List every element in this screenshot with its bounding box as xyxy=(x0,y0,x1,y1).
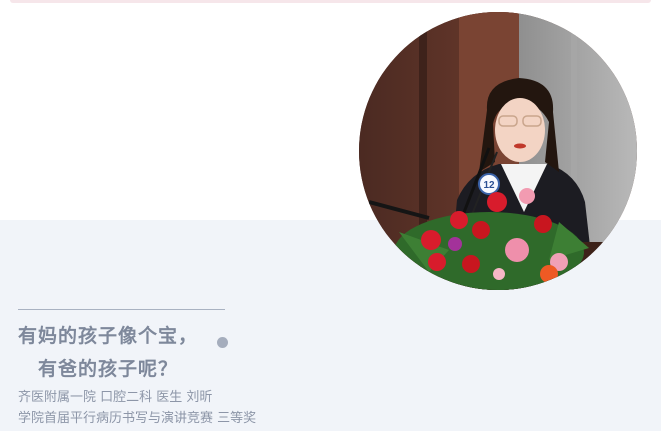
badge-number: 12 xyxy=(483,180,495,191)
speaker-affiliation: 齐医附属一院 口腔二科 医生 刘昕 xyxy=(18,390,213,405)
rose xyxy=(421,230,441,250)
accent-dot xyxy=(217,337,228,348)
speaker-face xyxy=(495,98,545,162)
lily xyxy=(505,238,529,262)
orchid xyxy=(448,237,462,251)
rose xyxy=(450,211,468,229)
lily xyxy=(493,268,505,280)
title-divider xyxy=(18,309,225,310)
headline-line-2: 有爸的孩子呢？ xyxy=(38,358,179,380)
rose xyxy=(472,221,490,239)
award-caption: 学院首届平行病历书写与演讲竞赛 三等奖 xyxy=(18,411,257,426)
speaker-lips xyxy=(514,143,526,149)
speaker-photo-illustration: 12 xyxy=(359,12,637,290)
rose xyxy=(487,192,507,212)
lily xyxy=(519,188,535,204)
rose xyxy=(428,253,446,271)
rose xyxy=(534,215,552,233)
speaker-photo: 12 xyxy=(359,12,637,290)
rose xyxy=(462,255,480,273)
headline-line-1: 有妈的孩子像个宝， xyxy=(18,325,199,347)
top-decorative-strip xyxy=(10,0,651,3)
